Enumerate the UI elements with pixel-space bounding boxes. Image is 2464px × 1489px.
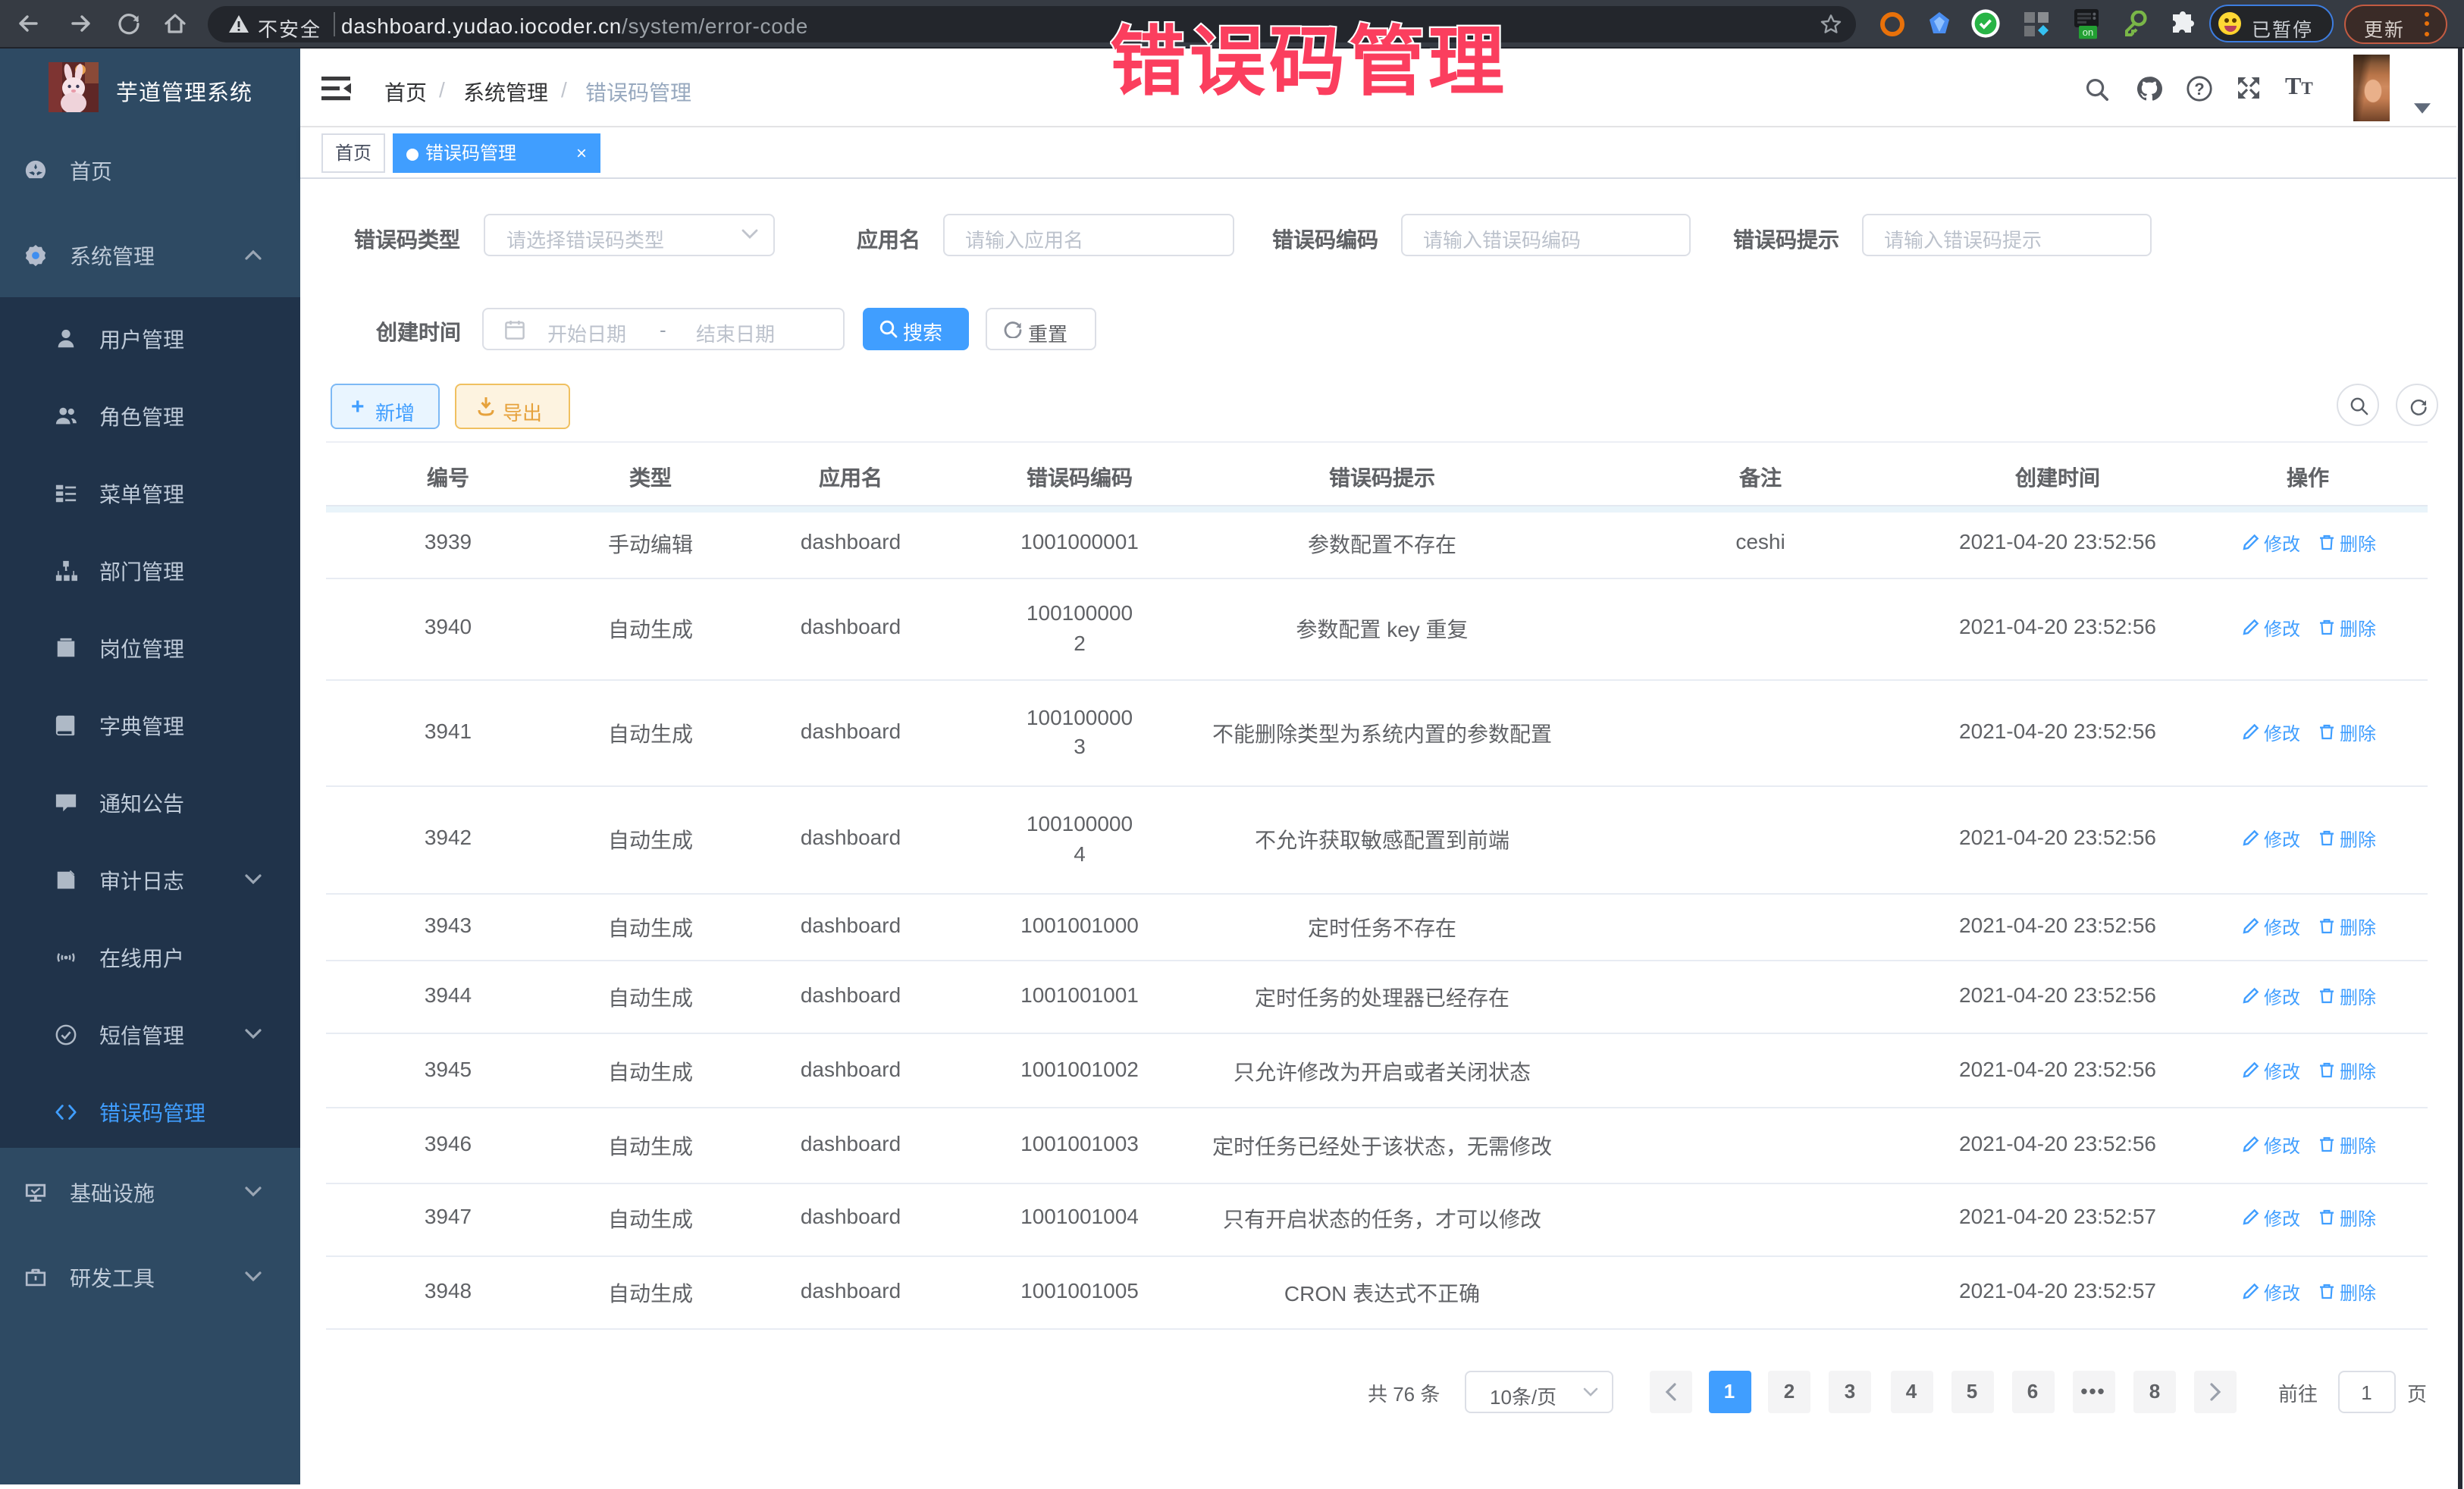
svg-text:?: ? [2194, 80, 2204, 99]
svg-text:on: on [2083, 27, 2093, 38]
svg-text:错误码管理: 错误码管理 [1110, 20, 1508, 105]
